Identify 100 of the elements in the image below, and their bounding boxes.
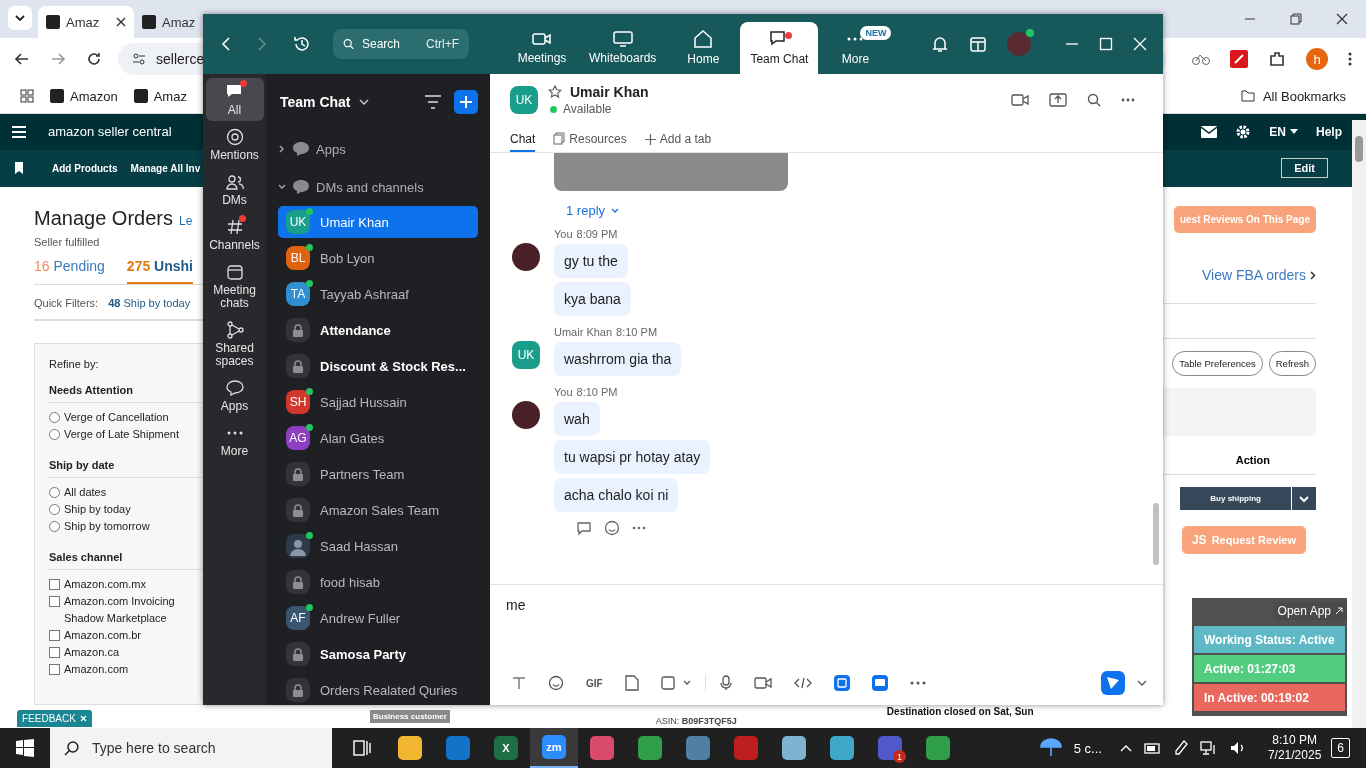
chat-list-item[interactable]: Samosa Party	[278, 638, 478, 670]
notifications-button[interactable]: 6	[1331, 738, 1350, 758]
caret-icon[interactable]	[1137, 679, 1147, 687]
site-settings-icon[interactable]	[132, 52, 146, 67]
rail-item[interactable]: Apps	[205, 374, 264, 417]
table-preferences-button[interactable]: Table Preferences	[1172, 351, 1263, 376]
taskbar-search-field[interactable]: Type here to search	[50, 728, 332, 768]
buy-shipping-button[interactable]: Buy shipping	[1180, 487, 1291, 510]
apps-grid-icon[interactable]	[20, 89, 34, 104]
clock-time[interactable]: 8:10 PM	[1272, 733, 1317, 748]
more-icon[interactable]	[632, 526, 646, 530]
chat-list-item[interactable]: food hisab	[278, 566, 478, 598]
checkbox[interactable]	[49, 647, 60, 658]
chevron-down-icon[interactable]	[611, 207, 620, 214]
radio-button[interactable]	[49, 487, 60, 498]
seller-central-logo[interactable]: amazon seller central	[48, 124, 172, 140]
user-avatar[interactable]	[1007, 32, 1031, 56]
restore-icon[interactable]	[1290, 13, 1302, 26]
scrollbar[interactable]	[1352, 120, 1366, 728]
bell-icon[interactable]	[931, 35, 949, 53]
nav-tab[interactable]: NEW More	[818, 22, 893, 74]
caret-icon[interactable]	[682, 680, 691, 686]
battery-icon[interactable]	[1143, 741, 1162, 755]
nav-tab[interactable]: Meetings	[505, 22, 579, 74]
chat-list-item[interactable]: UK Umair Khan	[278, 206, 478, 238]
all-bookmarks-link[interactable]: All Bookmarks	[1262, 88, 1346, 104]
radio-button[interactable]	[49, 521, 60, 532]
taskbar-button[interactable]: X	[482, 728, 530, 768]
rail-item[interactable]: Mentions	[205, 123, 264, 166]
learn-link[interactable]: Le	[178, 214, 193, 228]
nav-tab[interactable]: Team Chat	[740, 22, 819, 74]
search-field[interactable]: Search Ctrl+F	[333, 29, 469, 59]
chat-list-item[interactable]: Amazon Sales Team	[278, 494, 478, 526]
rail-item[interactable]: More	[205, 419, 264, 462]
checkbox[interactable]	[49, 630, 60, 641]
rail-item[interactable]: Channels	[205, 213, 264, 256]
menu-icon[interactable]	[1348, 51, 1352, 68]
chat-list-item[interactable]: BL Bob Lyon	[278, 242, 478, 274]
bookmark-icon[interactable]	[14, 162, 24, 175]
emoji-icon[interactable]	[548, 675, 564, 691]
language-selector[interactable]: EN	[1269, 124, 1286, 139]
reply-thread-link[interactable]: 1 reply	[566, 203, 606, 218]
chevron-up-icon[interactable]	[1119, 744, 1132, 752]
more-icon[interactable]	[1121, 98, 1135, 102]
rail-item[interactable]: DMs	[205, 168, 264, 211]
app-icon[interactable]	[833, 675, 850, 691]
rail-item[interactable]: All	[205, 78, 264, 121]
chat-list-item[interactable]: AF Andrew Fuller	[278, 602, 478, 634]
chat-list-item[interactable]: Discount & Stock Res...	[278, 350, 478, 382]
extensions-icon[interactable]	[1268, 50, 1286, 69]
external-link-icon[interactable]	[1335, 607, 1343, 615]
contact-name[interactable]: Umair Khan	[570, 84, 649, 100]
taskbar-button[interactable]: 1	[866, 728, 914, 768]
tab-search-button[interactable]	[8, 6, 32, 31]
speaker-icon[interactable]	[1229, 741, 1246, 755]
chat-tab[interactable]: Chat	[510, 132, 536, 152]
plus-icon[interactable]	[644, 134, 656, 145]
radio-button[interactable]	[49, 504, 60, 515]
search-input[interactable]: Type here to search	[89, 739, 332, 757]
refresh-button[interactable]: Refresh	[1268, 351, 1316, 376]
nav-tab[interactable]: Home	[666, 22, 741, 74]
folder-icon[interactable]	[1240, 90, 1255, 103]
umbrella-icon[interactable]	[1039, 738, 1062, 758]
pdf-extension-icon[interactable]	[1230, 50, 1248, 69]
chat-list-item[interactable]: Saad Hassan	[278, 530, 478, 562]
close-icon[interactable]	[1336, 13, 1348, 26]
rail-item[interactable]: Shared spaces	[205, 316, 264, 372]
help-link[interactable]: Help	[1316, 124, 1342, 139]
checkbox[interactable]	[49, 664, 60, 675]
settings-icon[interactable]	[1235, 123, 1252, 140]
rail-item[interactable]: Meeting chats	[205, 258, 264, 314]
code-icon[interactable]	[793, 677, 812, 689]
view-fba-orders-link[interactable]: View FBA orders	[1202, 267, 1306, 283]
back-icon[interactable]	[221, 37, 231, 51]
nav-link[interactable]: Add Products	[52, 162, 118, 174]
add-tab-button[interactable]: Add a tab	[659, 132, 712, 152]
filter-icon[interactable]	[424, 95, 442, 109]
chevron-right-icon[interactable]	[1310, 270, 1316, 280]
bike-icon[interactable]	[1192, 52, 1210, 67]
search-input[interactable]: Search	[360, 36, 420, 52]
weather-text[interactable]: 5 c...	[1073, 740, 1102, 756]
nav-tab[interactable]: Whiteboards	[579, 22, 667, 74]
chat-list-item[interactable]: SH Sajjad Hussain	[278, 386, 478, 418]
section-header[interactable]: Apps	[278, 130, 478, 168]
network-icon[interactable]	[1199, 741, 1218, 755]
chat-list-item[interactable]: AG Alan Gates	[278, 422, 478, 454]
video-icon[interactable]	[1011, 93, 1029, 107]
nav-link[interactable]: Manage All Inv	[130, 162, 201, 174]
app-icon[interactable]	[871, 675, 888, 691]
menu-icon[interactable]	[12, 125, 26, 138]
order-tab[interactable]: 275 Unshi	[126, 258, 193, 284]
reply-icon[interactable]	[576, 521, 592, 535]
chat-list-item[interactable]: Orders Realated Quries	[278, 674, 478, 705]
chat-list-item[interactable]: TA Tayyab Ashraaf	[278, 278, 478, 310]
windows-start-icon[interactable]	[16, 739, 34, 757]
address-bar-text[interactable]: sellerce	[156, 51, 205, 68]
scrollbar[interactable]	[1153, 503, 1159, 565]
edit-button[interactable]: Edit	[1281, 158, 1328, 179]
star-icon[interactable]	[548, 85, 562, 99]
share-screen-icon[interactable]	[1049, 93, 1067, 107]
